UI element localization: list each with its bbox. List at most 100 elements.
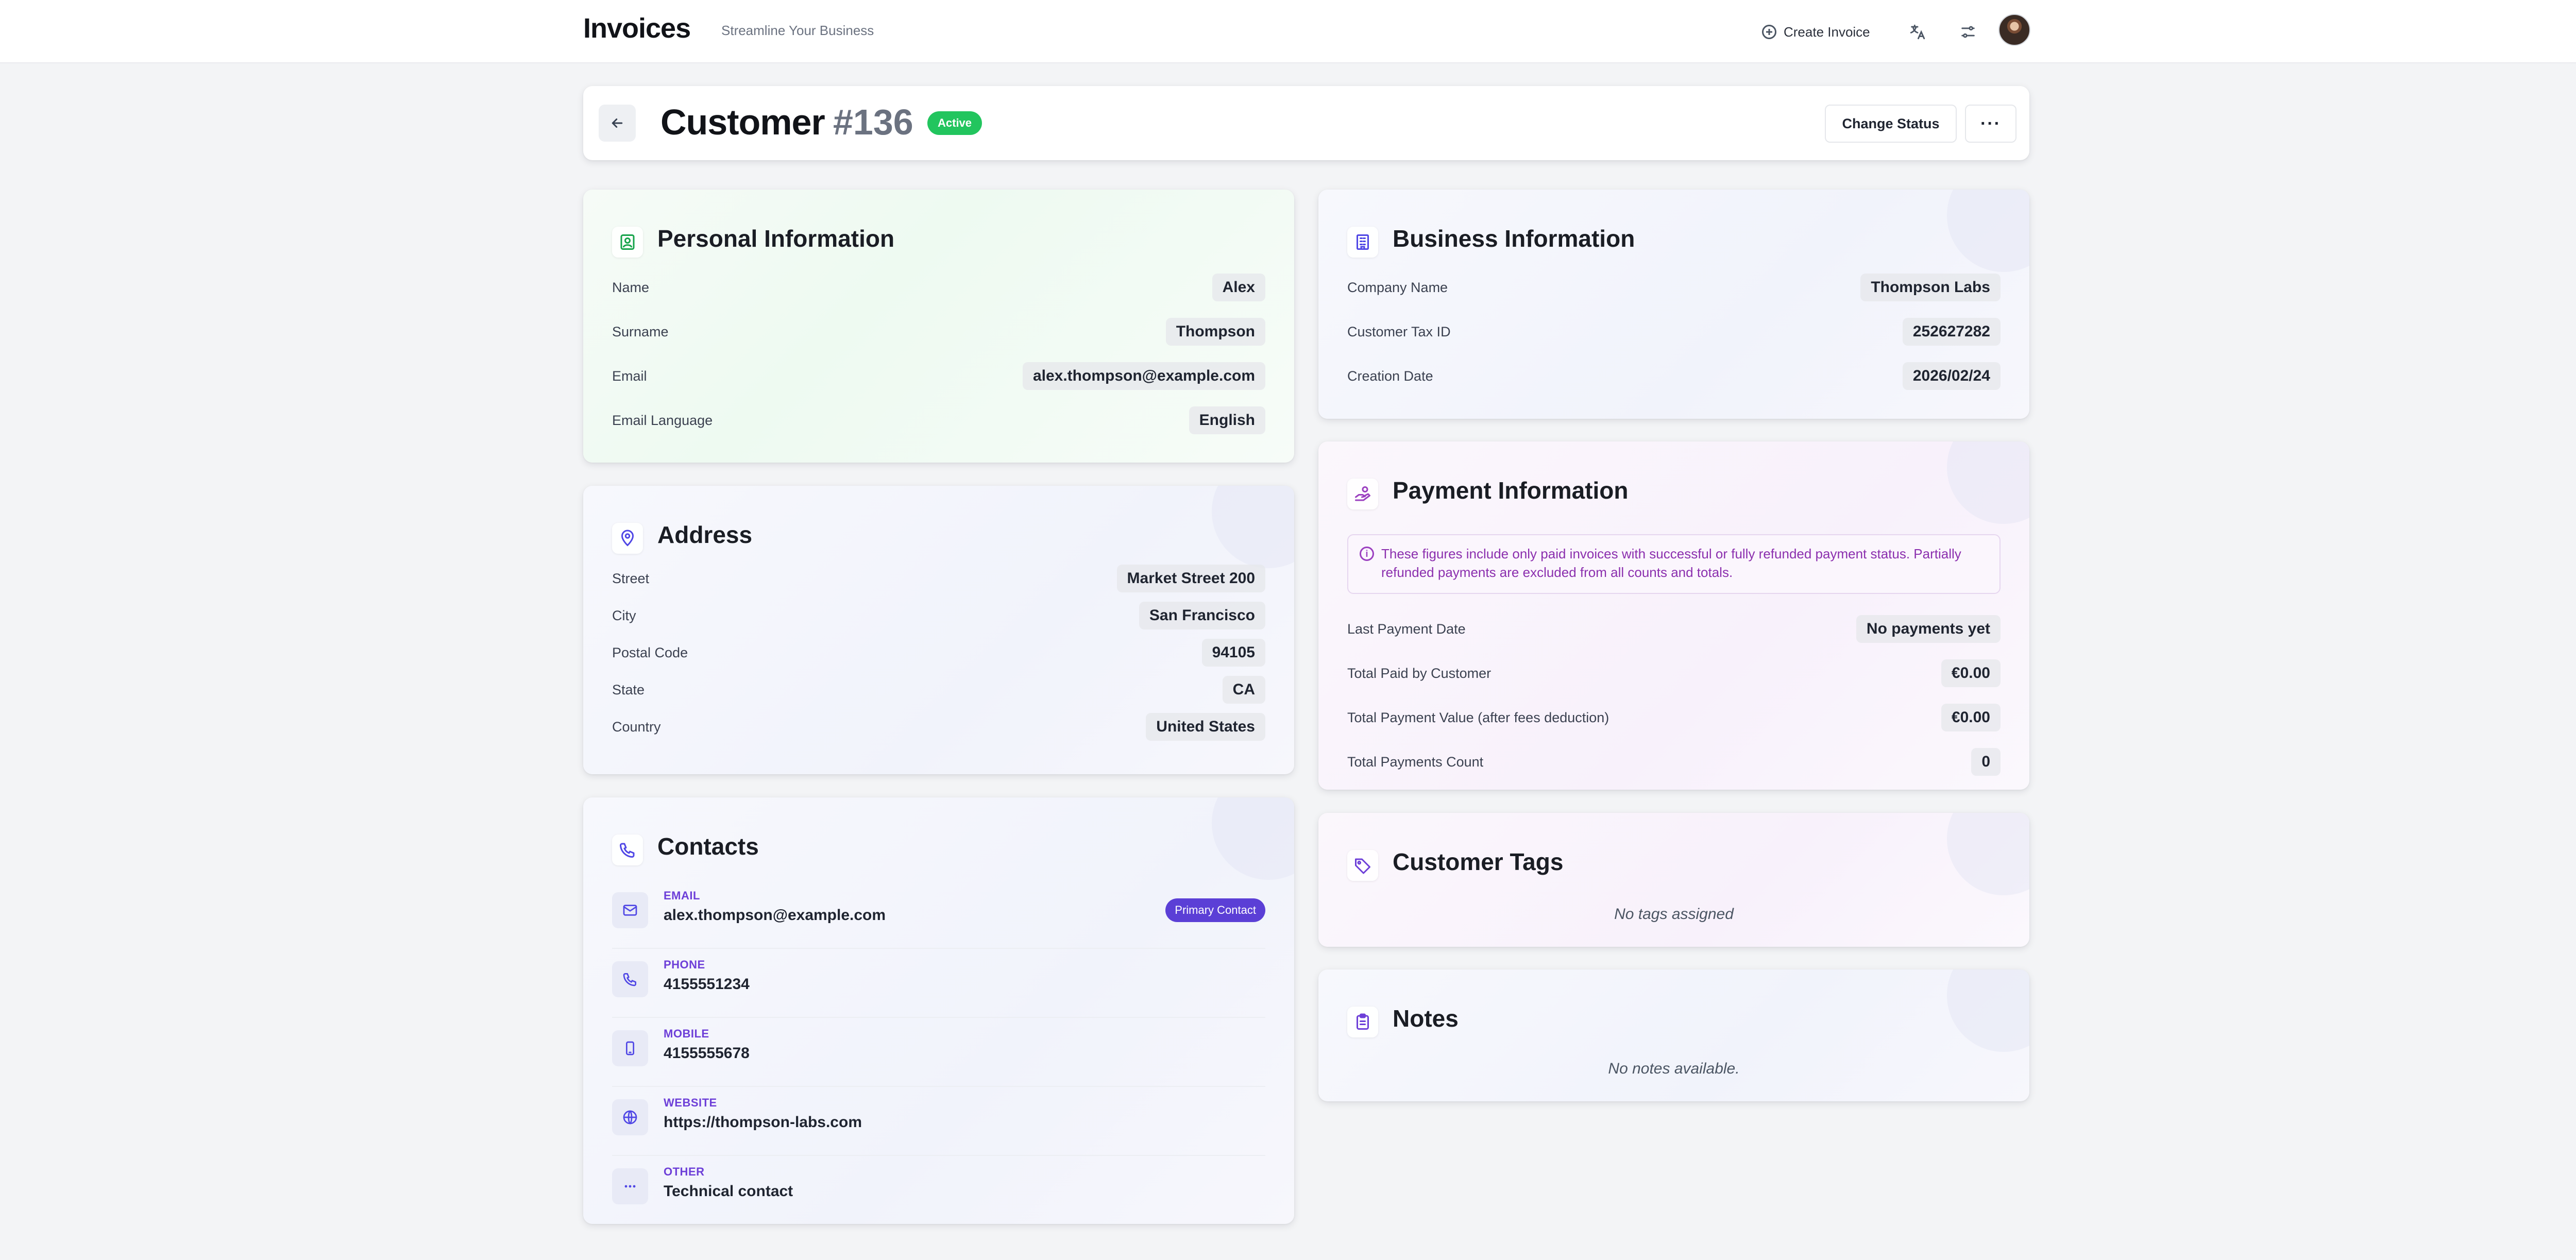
notes-card: Notes No notes available. [1318, 969, 2029, 1101]
row-label: Surname [612, 323, 669, 339]
contacts-card: Contacts EMAIL alex.thompson@example.com… [583, 797, 1294, 1224]
contact-value: 4155551234 [664, 976, 750, 993]
user-avatar[interactable] [1998, 14, 2030, 46]
tag-icon [1347, 850, 1378, 881]
section-title: Address [657, 521, 753, 548]
info-row: Email alex.thompson@example.com [612, 361, 1265, 391]
row-value: Alex [1212, 274, 1265, 301]
contact-item[interactable]: EMAIL alex.thompson@example.com Primary … [612, 880, 1265, 949]
customer-id: #136 [833, 102, 913, 142]
contact-type: MOBILE [664, 1027, 709, 1040]
translate-icon[interactable] [1903, 18, 1932, 46]
decorative-blob [1212, 797, 1294, 880]
decorative-blob [1947, 190, 2029, 272]
section-title: Payment Information [1393, 477, 1629, 504]
contact-type: OTHER [664, 1165, 705, 1178]
payment-notice: i These figures include only paid invoic… [1347, 534, 2001, 594]
info-row: Total Paid by Customer €0.00 [1347, 658, 2001, 689]
row-value: Thompson Labs [1860, 274, 2001, 301]
row-label: Name [612, 279, 650, 295]
create-invoice-label: Create Invoice [1784, 24, 1870, 40]
map-pin-icon [612, 523, 643, 554]
contact-type: PHONE [664, 958, 705, 971]
payment-information-card: Payment Information i These figures incl… [1318, 441, 2029, 790]
row-label: Email [612, 368, 647, 384]
contact-card-icon [612, 227, 643, 258]
primary-contact-badge: Primary Contact [1165, 898, 1265, 922]
row-label: Total Paid by Customer [1347, 665, 1492, 681]
section-title: Customer Tags [1393, 848, 1564, 875]
top-bar: Invoices Streamline Your Business Create… [0, 0, 2576, 63]
info-row: Postal Code 94105 [612, 637, 1265, 668]
arrow-left-icon [612, 118, 623, 128]
clipboard-icon [1347, 1007, 1378, 1037]
row-label: Country [612, 719, 661, 735]
contact-type: EMAIL [664, 889, 700, 902]
info-row: Company Name Thompson Labs [1347, 272, 2001, 303]
row-label: City [612, 607, 636, 623]
decorative-blob [1947, 969, 2029, 1052]
status-badge: Active [927, 111, 982, 135]
row-label: Customer Tax ID [1347, 323, 1451, 339]
payment-notice-text: These figures include only paid invoices… [1381, 546, 1961, 580]
row-value: alex.thompson@example.com [1022, 362, 1265, 390]
settings-sliders-icon[interactable] [1954, 18, 1982, 46]
tags-empty-state: No tags assigned [1614, 906, 1734, 923]
info-row: Creation Date 2026/02/24 [1347, 361, 2001, 391]
hand-coins-icon [1347, 479, 1378, 509]
change-status-button[interactable]: Change Status [1825, 105, 1957, 143]
row-value: 94105 [1201, 639, 1265, 667]
app-tagline: Streamline Your Business [721, 23, 874, 38]
contact-item[interactable]: WEBSITE https://thompson-labs.com [612, 1087, 1265, 1156]
contact-item[interactable]: MOBILE 4155555678 [612, 1018, 1265, 1087]
row-value: Thompson [1165, 318, 1265, 346]
contact-item[interactable]: OTHER Technical contact [612, 1156, 1265, 1224]
building-icon [1347, 227, 1378, 258]
info-row: City San Francisco [612, 600, 1265, 631]
notes-empty-state: No notes available. [1608, 1060, 1740, 1077]
row-label: Street [612, 570, 650, 586]
info-row: Surname Thompson [612, 316, 1265, 347]
contact-value: alex.thompson@example.com [664, 907, 886, 924]
row-value: 252627282 [1902, 318, 2001, 346]
info-row: Total Payments Count 0 [1347, 746, 2001, 777]
page-title: Customer [660, 102, 825, 142]
row-value: 0 [1971, 748, 2001, 776]
more-actions-button[interactable]: ··· [1965, 105, 2016, 143]
info-row: Total Payment Value (after fees deductio… [1347, 702, 2001, 733]
contact-value: Technical contact [664, 1183, 793, 1200]
decorative-blob [1212, 486, 1294, 568]
row-value: €0.00 [1941, 704, 2001, 731]
row-label: Creation Date [1347, 368, 1433, 384]
phone-icon [612, 835, 643, 865]
section-title: Contacts [657, 833, 759, 860]
contact-item[interactable]: PHONE 4155551234 [612, 949, 1265, 1018]
row-value: Market Street 200 [1116, 565, 1265, 592]
row-value: €0.00 [1941, 659, 2001, 687]
create-invoice-button[interactable]: Create Invoice [1762, 20, 1870, 44]
decorative-blob [1947, 441, 2029, 524]
row-label: Total Payment Value (after fees deductio… [1347, 709, 1609, 725]
decorative-blob [1947, 813, 2029, 895]
row-value: No payments yet [1856, 615, 2001, 643]
contact-value: https://thompson-labs.com [664, 1114, 862, 1131]
business-information-card: Business Information Company Name Thompso… [1318, 190, 2029, 419]
globe-icon [612, 1099, 648, 1135]
customer-header: Customer #136 Active Change Status ··· [583, 86, 2029, 160]
app-brand[interactable]: Invoices [583, 12, 691, 44]
info-row: Last Payment Date No payments yet [1347, 614, 2001, 644]
dots-icon [612, 1168, 648, 1204]
info-row: Name Alex [612, 272, 1265, 303]
mail-icon [612, 892, 648, 928]
info-icon: i [1360, 547, 1374, 561]
info-row: Street Market Street 200 [612, 563, 1265, 594]
section-title: Business Information [1393, 225, 1635, 252]
contact-value: 4155555678 [664, 1045, 750, 1062]
row-value: English [1189, 406, 1265, 434]
plus-circle-icon [1762, 25, 1776, 39]
row-label: State [612, 682, 645, 697]
row-label: Last Payment Date [1347, 621, 1466, 637]
row-label: Postal Code [612, 644, 688, 660]
back-button[interactable] [599, 105, 636, 142]
row-value: San Francisco [1139, 602, 1265, 629]
